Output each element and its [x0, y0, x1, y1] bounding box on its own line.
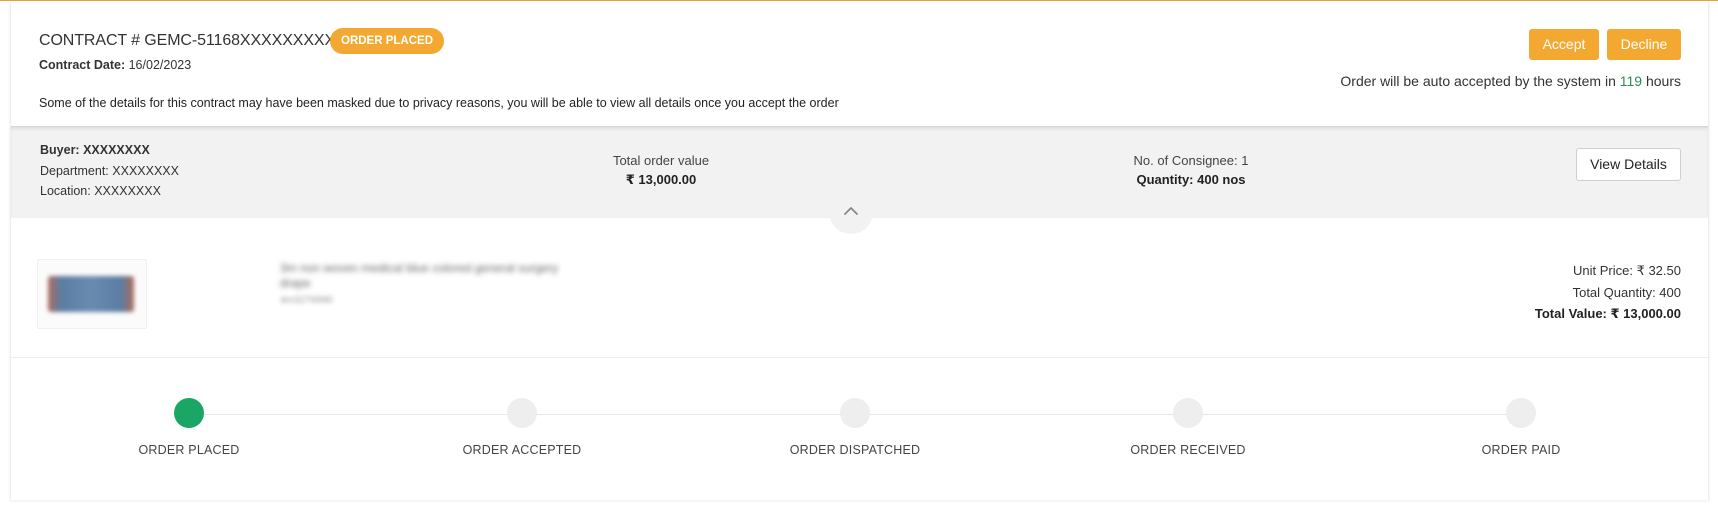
department-value: XXXXXXXX: [112, 163, 179, 178]
unit-price: Unit Price: ₹ 32.50: [1573, 263, 1681, 278]
product-name: 3m non woven medical blue colored genera…: [280, 261, 559, 290]
product-image: [37, 259, 147, 329]
contract-date: Contract Date: 16/02/2023: [39, 58, 191, 72]
step-label: ORDER RECEIVED: [1130, 443, 1246, 457]
buyer-value: XXXXXXXX: [83, 143, 150, 157]
step-order-paid: ORDER PAID: [1421, 398, 1621, 457]
decline-button[interactable]: Decline: [1607, 29, 1681, 60]
status-badge: ORDER PLACED: [330, 28, 445, 54]
order-progress-tracker: ORDER PLACED ORDER ACCEPTED ORDER DISPAT…: [11, 358, 1708, 500]
step-dot: [174, 398, 204, 428]
contract-header: CONTRACT # GEMC-51168XXXXXXXXXX ORDER PL…: [11, 2, 1708, 126]
contract-date-label: Contract Date:: [39, 58, 126, 72]
total-order-value: Total order value ₹ 13,000.00: [551, 151, 771, 189]
buyer-label: Buyer:: [40, 143, 80, 157]
step-order-dispatched: ORDER DISPATCHED: [755, 398, 955, 457]
contract-date-value: 16/02/2023: [128, 58, 192, 72]
consignee-info: No. of Consignee: 1 Quantity: 400 nos: [1071, 151, 1311, 189]
privacy-note: Some of the details for this contract ma…: [39, 96, 839, 110]
step-dot: [1173, 398, 1203, 428]
step-dot: [1506, 398, 1536, 428]
total-order-label: Total order value: [612, 153, 710, 168]
location-value: XXXXXXXX: [94, 184, 161, 198]
top-accent-border: [0, 0, 1718, 1]
buyer-info: Buyer: XXXXXXXX Department: XXXXXXXX Loc…: [40, 140, 179, 202]
step-order-accepted: ORDER ACCEPTED: [422, 398, 622, 457]
step-dot: [840, 398, 870, 428]
product-row: 3m non woven medical blue colored genera…: [11, 217, 1708, 358]
quantity-total: Quantity: 400 nos: [1136, 172, 1246, 187]
contract-title: CONTRACT # GEMC-51168XXXXXXXXXX: [39, 32, 346, 49]
step-order-placed: ORDER PLACED: [89, 398, 289, 457]
total-quantity: Total Quantity: 400: [1572, 284, 1681, 300]
auto-accept-hours: 119: [1619, 73, 1643, 89]
total-value: Total Value: ₹ 13,000.00: [1534, 306, 1681, 321]
product-pricing: Unit Price: ₹ 32.50 Total Quantity: 400 …: [1535, 260, 1681, 325]
step-order-received: ORDER RECEIVED: [1088, 398, 1288, 457]
product-image-preview: [48, 276, 134, 312]
buyer-row: Buyer: XXXXXXXX: [40, 140, 179, 161]
department-row: Department: XXXXXXXX: [40, 161, 179, 182]
location-label: Location:: [40, 184, 91, 198]
department-label: Department:: [40, 163, 109, 178]
step-label: ORDER PAID: [1481, 443, 1561, 457]
view-details-button[interactable]: View Details: [1576, 148, 1681, 181]
step-label: ORDER ACCEPTED: [462, 443, 582, 457]
product-code: 4m3276990: [280, 295, 333, 306]
step-dot: [507, 398, 537, 428]
step-label: ORDER DISPATCHED: [789, 443, 921, 457]
consignee-count: No. of Consignee: 1: [1133, 153, 1249, 168]
accept-button[interactable]: Accept: [1529, 29, 1599, 60]
total-order-amount: ₹ 13,000.00: [625, 172, 697, 187]
location-row: Location: XXXXXXXX: [40, 181, 179, 202]
auto-accept-note: Order will be auto accepted by the syste…: [1340, 73, 1681, 89]
auto-accept-suffix: hours: [1645, 73, 1681, 89]
contract-page: CONTRACT # GEMC-51168XXXXXXXXXX ORDER PL…: [0, 0, 1718, 513]
step-label: ORDER PLACED: [138, 443, 240, 457]
auto-accept-prefix: Order will be auto accepted by the syste…: [1340, 73, 1616, 89]
contract-card: CONTRACT # GEMC-51168XXXXXXXXXX ORDER PL…: [10, 2, 1709, 500]
